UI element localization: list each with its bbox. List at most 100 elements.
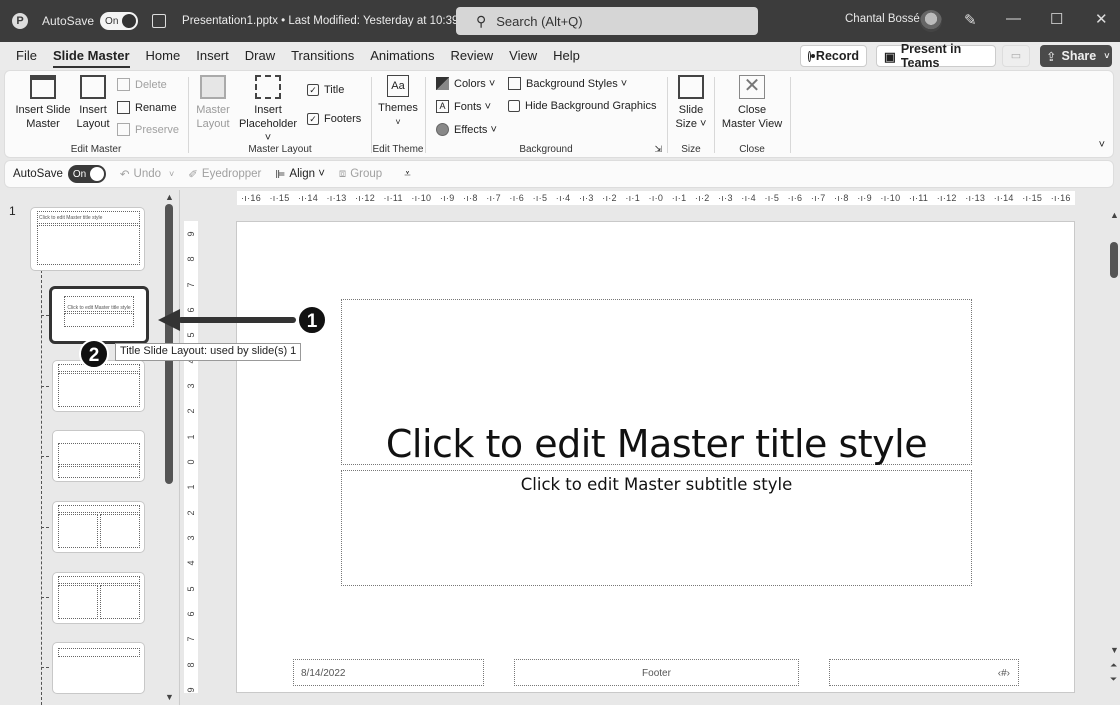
insert-slide-master-label-1: Insert Slide xyxy=(15,104,71,116)
insert-slide-master-label-2: Master xyxy=(26,118,60,130)
group-button[interactable]: ⧈ Group xyxy=(339,168,382,181)
autosave-toggle[interactable]: On xyxy=(100,12,139,30)
hide-background-graphics-checkbox[interactable]: Hide Background Graphics xyxy=(508,100,656,112)
slide-number-placeholder[interactable]: ‹#› xyxy=(829,659,1019,686)
colors-label: Colors ˅ xyxy=(454,77,496,90)
tab-view[interactable]: View xyxy=(501,42,545,70)
layout-thumbnail[interactable] xyxy=(52,501,145,553)
rename-button[interactable]: Rename xyxy=(117,101,177,114)
ruler-tick-label: ·ı·9 xyxy=(439,193,455,203)
group-label-close: Close xyxy=(739,144,765,155)
thumb-title-placeholder: Click to edit Master title style xyxy=(64,296,134,312)
eyedropper-label: Eyedropper xyxy=(201,168,262,180)
align-button[interactable]: ⊫ Align ˅ xyxy=(275,167,325,181)
avatar[interactable] xyxy=(920,10,942,32)
ruler-tick-label: ·ı·3 xyxy=(578,193,594,203)
scroll-down-arrow-icon[interactable]: ▼ xyxy=(165,692,174,702)
record-button[interactable]: Record xyxy=(800,45,867,67)
callout-arrow-head xyxy=(158,309,180,331)
pane-divider[interactable] xyxy=(179,190,180,705)
comments-button[interactable]: ▭ xyxy=(1002,45,1030,67)
save-icon[interactable] xyxy=(152,14,167,28)
title-slide-layout-thumbnail[interactable]: Click to edit Master title style xyxy=(49,286,149,344)
editor-scroll-down-icon[interactable]: ▼ xyxy=(1110,645,1119,655)
editor-scrollbar[interactable] xyxy=(1110,242,1118,278)
ruler-tick-label: ·ı·7 xyxy=(486,193,501,203)
subtitle-placeholder[interactable]: Click to edit Master subtitle style xyxy=(341,470,972,586)
ruler-tick-label: 9 xyxy=(186,231,196,237)
tab-transitions[interactable]: Transitions xyxy=(283,42,362,70)
ruler-tick-label: 3 xyxy=(186,383,196,389)
present-in-teams-button[interactable]: ▣ Present in Teams xyxy=(876,42,996,70)
insert-layout-button[interactable]: Insert Layout xyxy=(73,75,113,131)
slide-master-thumbnail[interactable]: Click to edit Master title style xyxy=(30,207,145,271)
preserve-button[interactable]: Preserve xyxy=(117,123,179,136)
minimize-button[interactable]: — xyxy=(1006,10,1021,27)
effects-button[interactable]: Effects ˅ xyxy=(436,123,497,136)
title-checkbox[interactable]: ✓ Title xyxy=(307,84,344,96)
master-layout-button[interactable]: Master Layout xyxy=(195,75,231,131)
ruler-tick-label: ·ı·11 xyxy=(383,193,403,203)
insert-placeholder-button[interactable]: Insert Placeholder ˅ xyxy=(235,75,301,145)
align-icon: ⊫ xyxy=(275,169,286,181)
tree-branch xyxy=(41,667,49,668)
designer-pen-icon[interactable]: ✎ xyxy=(964,11,977,29)
qat-autosave-toggle[interactable]: On xyxy=(67,165,106,183)
footers-checkbox[interactable]: ✓ Footers xyxy=(307,113,361,125)
tab-file[interactable]: File xyxy=(8,42,45,70)
themes-button[interactable]: Aa Themes ˅ xyxy=(378,75,418,129)
undo-button[interactable]: ↶ Undo ˅ xyxy=(120,167,174,181)
fonts-button[interactable]: A Fonts ˅ xyxy=(436,100,491,113)
next-slide-icon[interactable]: ⏷ xyxy=(1110,674,1117,685)
ruler-tick-label: 8 xyxy=(186,256,196,262)
group-label-edit-theme: Edit Theme xyxy=(372,144,424,155)
document-title[interactable]: Presentation1.pptx • Last Modified: Yest… xyxy=(182,15,468,27)
themes-label: Themes xyxy=(378,102,418,114)
insert-placeholder-icon xyxy=(255,75,281,99)
customize-qat-button[interactable]: ⩡ xyxy=(404,168,411,181)
tab-insert[interactable]: Insert xyxy=(188,42,237,70)
layout-thumbnail[interactable] xyxy=(52,642,145,694)
align-label: Align ˅ xyxy=(289,168,325,180)
scroll-up-arrow-icon[interactable]: ▲ xyxy=(165,192,174,202)
tab-slide-master[interactable]: Slide Master xyxy=(45,42,138,70)
footer-placeholder[interactable]: Footer xyxy=(514,659,799,686)
background-styles-button[interactable]: Background Styles ˅ xyxy=(508,77,627,90)
slide-canvas[interactable]: Click to edit Master title style Click t… xyxy=(236,221,1075,693)
thumb-title-text: Click to edit Master title style xyxy=(67,305,131,311)
share-icon: ⇪ xyxy=(1046,49,1057,64)
insert-slide-master-button[interactable]: Insert Slide Master xyxy=(13,75,73,131)
tab-home[interactable]: Home xyxy=(138,42,189,70)
tree-branch xyxy=(41,597,49,598)
editor-scroll-up-icon[interactable]: ▲ xyxy=(1110,210,1119,220)
user-name[interactable]: Chantal Bossé xyxy=(845,13,920,25)
ruler-tick-label: ·ı·8 xyxy=(463,193,478,203)
tab-draw[interactable]: Draw xyxy=(237,42,283,70)
master-layout-label-1: Master xyxy=(196,104,230,116)
maximize-button[interactable]: ☐ xyxy=(1050,10,1063,28)
search-box[interactable]: ⚲ Search (Alt+Q) xyxy=(456,7,758,35)
tab-review[interactable]: Review xyxy=(443,42,502,70)
layout-thumbnail[interactable] xyxy=(52,572,145,624)
tab-animations[interactable]: Animations xyxy=(362,42,442,70)
delete-button[interactable]: Delete xyxy=(117,78,167,91)
eyedropper-button[interactable]: ✐ Eyedropper xyxy=(188,167,261,181)
share-chevron-icon[interactable]: ˅ xyxy=(1104,51,1109,61)
close-master-view-button[interactable]: ✕ Close Master View xyxy=(719,75,785,131)
tab-help[interactable]: Help xyxy=(545,42,588,70)
previous-slide-icon[interactable]: ⏶ xyxy=(1110,660,1117,671)
colors-button[interactable]: Colors ˅ xyxy=(436,77,495,90)
layout-thumbnail[interactable] xyxy=(52,430,145,482)
slide-size-button[interactable]: Slide Size ˅ xyxy=(672,75,710,131)
insert-placeholder-label-1: Insert xyxy=(254,104,282,116)
title-placeholder[interactable]: Click to edit Master title style xyxy=(341,299,972,466)
share-button[interactable]: ⇪ Share ˅ xyxy=(1040,45,1112,67)
collapse-ribbon-icon[interactable]: ˅ xyxy=(1099,139,1105,151)
thumb-title-placeholder xyxy=(58,505,140,513)
date-placeholder[interactable]: 8/14/2022 xyxy=(293,659,484,686)
ruler-tick-label: ·ı·16 xyxy=(1050,193,1071,203)
ruler-tick-label: ·ı·4 xyxy=(555,193,571,203)
close-window-button[interactable]: ✕ xyxy=(1095,10,1108,28)
background-dialog-launcher-icon[interactable]: ⇲ xyxy=(654,144,662,155)
effects-icon xyxy=(436,123,449,136)
